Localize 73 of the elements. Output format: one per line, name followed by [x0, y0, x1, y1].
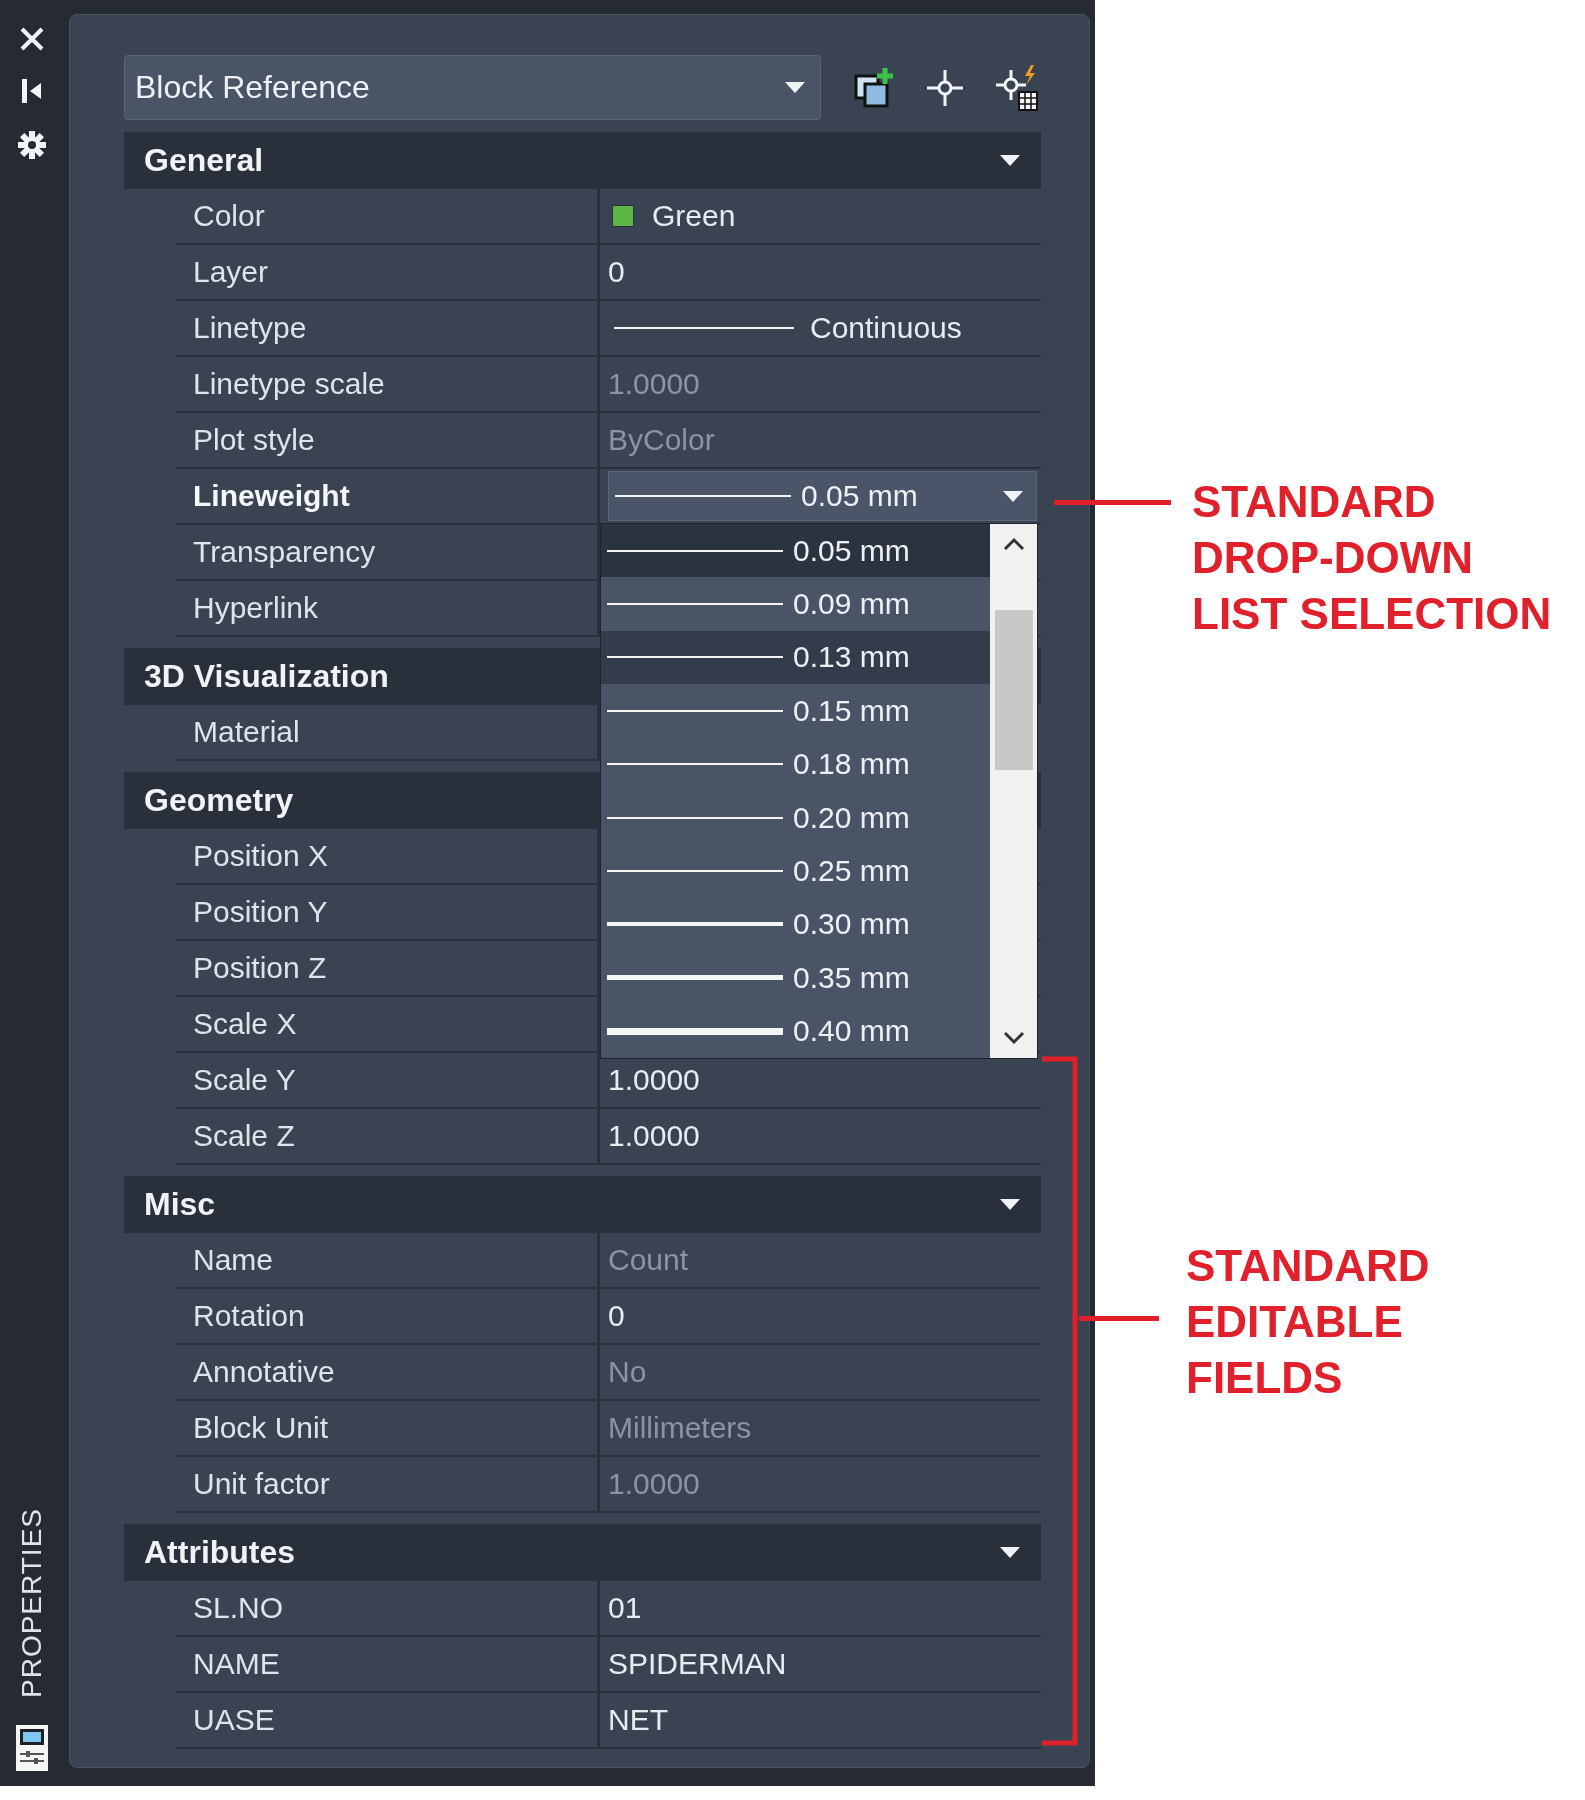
- property-value: 0: [608, 1299, 625, 1333]
- property-label: Scale Y: [176, 1053, 600, 1107]
- line-sample-icon: [615, 494, 791, 498]
- property-label: Position Z: [176, 941, 600, 995]
- lineweight-dropdown[interactable]: 0.05 mm: [608, 471, 1037, 521]
- property-label: Position Y: [176, 885, 600, 939]
- property-label: Name: [176, 1233, 600, 1287]
- collapse-icon[interactable]: [19, 78, 44, 104]
- property-label: Rotation: [176, 1289, 600, 1343]
- property-label: Plot style: [176, 413, 600, 467]
- property-value: 01: [608, 1591, 642, 1625]
- scrollbar[interactable]: [990, 524, 1037, 1058]
- section-header[interactable]: Misc: [124, 1176, 1041, 1233]
- callout-text: STANDARD EDITABLE FIELDS: [1186, 1240, 1430, 1404]
- dropdown-option[interactable]: 0.30 mm: [601, 897, 990, 952]
- dropdown-option[interactable]: 0.40 mm: [601, 1004, 990, 1058]
- property-label: Block Unit: [176, 1401, 600, 1455]
- caret-icon: [784, 81, 806, 94]
- property-value: NET: [608, 1703, 668, 1737]
- property-label: Transparency: [176, 525, 600, 579]
- property-value: Millimeters: [608, 1411, 752, 1445]
- property-label: Scale Z: [176, 1109, 600, 1163]
- quick-select-icon[interactable]: [993, 63, 1041, 112]
- dropdown-option[interactable]: 0.15 mm: [601, 684, 990, 738]
- property-value: 1.0000: [608, 367, 700, 401]
- dropdown-option[interactable]: 0.20 mm: [601, 790, 990, 845]
- object-type-dropdown[interactable]: Block Reference: [124, 55, 821, 120]
- property-value: 0: [608, 255, 625, 289]
- property-value: 1.0000: [608, 1467, 700, 1501]
- dropdown-option[interactable]: 0.35 mm: [601, 951, 990, 1005]
- callout-text: STANDARD DROP-DOWN LIST SELECTION: [1192, 476, 1552, 640]
- crosshair-icon[interactable]: [925, 67, 965, 108]
- property-label: Position X: [176, 829, 600, 883]
- property-label: Linetype: [176, 301, 600, 355]
- property-label: NAME: [176, 1637, 600, 1691]
- chevron-up-icon[interactable]: [1001, 536, 1026, 552]
- dropdown-option[interactable]: 0.25 mm: [601, 844, 990, 898]
- section-header[interactable]: General: [124, 132, 1041, 189]
- dropdown-option[interactable]: 0.13 mm: [601, 630, 990, 685]
- property-value: No: [608, 1355, 647, 1389]
- close-icon[interactable]: [18, 26, 45, 52]
- property-value: ByColor: [608, 423, 715, 457]
- property-label: Layer: [176, 245, 600, 299]
- line-sample-icon: [607, 921, 783, 928]
- property-label: SL.NO: [176, 1581, 600, 1635]
- property-label: Lineweight: [176, 469, 600, 523]
- settings-icon[interactable]: [16, 130, 47, 160]
- caret-icon: [1002, 489, 1024, 503]
- palette-icon[interactable]: [14, 1724, 49, 1772]
- line-sample-icon: [607, 974, 783, 982]
- line-sample-icon: [614, 326, 794, 330]
- property-label: Hyperlink: [176, 581, 600, 635]
- property-label: Linetype scale: [176, 357, 600, 411]
- line-sample-icon: [607, 1026, 783, 1036]
- dropdown-option[interactable]: 0.09 mm: [601, 577, 990, 631]
- property-label: Material: [176, 705, 600, 759]
- property-value: 1.0000: [608, 1119, 700, 1153]
- chevron-down-icon[interactable]: [1001, 1030, 1026, 1046]
- property-value: 1.0000: [608, 1063, 700, 1097]
- side-tab[interactable]: PROPERTIES: [15, 1508, 48, 1698]
- property-label: Annotative: [176, 1345, 600, 1399]
- scrollbar-thumb[interactable]: [994, 610, 1033, 770]
- dropdown-option[interactable]: 0.18 mm: [601, 737, 990, 791]
- property-value: Continuous: [810, 311, 962, 345]
- property-value: Green: [652, 199, 736, 233]
- property-label: Color: [176, 189, 600, 243]
- section-header[interactable]: Attributes: [124, 1524, 1041, 1581]
- property-label: Scale X: [176, 997, 600, 1051]
- property-value: SPIDERMAN: [608, 1647, 787, 1681]
- property-label: Unit factor: [176, 1457, 600, 1511]
- dropdown-option[interactable]: 0.05 mm: [601, 524, 990, 578]
- property-value: Count: [608, 1243, 689, 1277]
- property-label: UASE: [176, 1693, 600, 1747]
